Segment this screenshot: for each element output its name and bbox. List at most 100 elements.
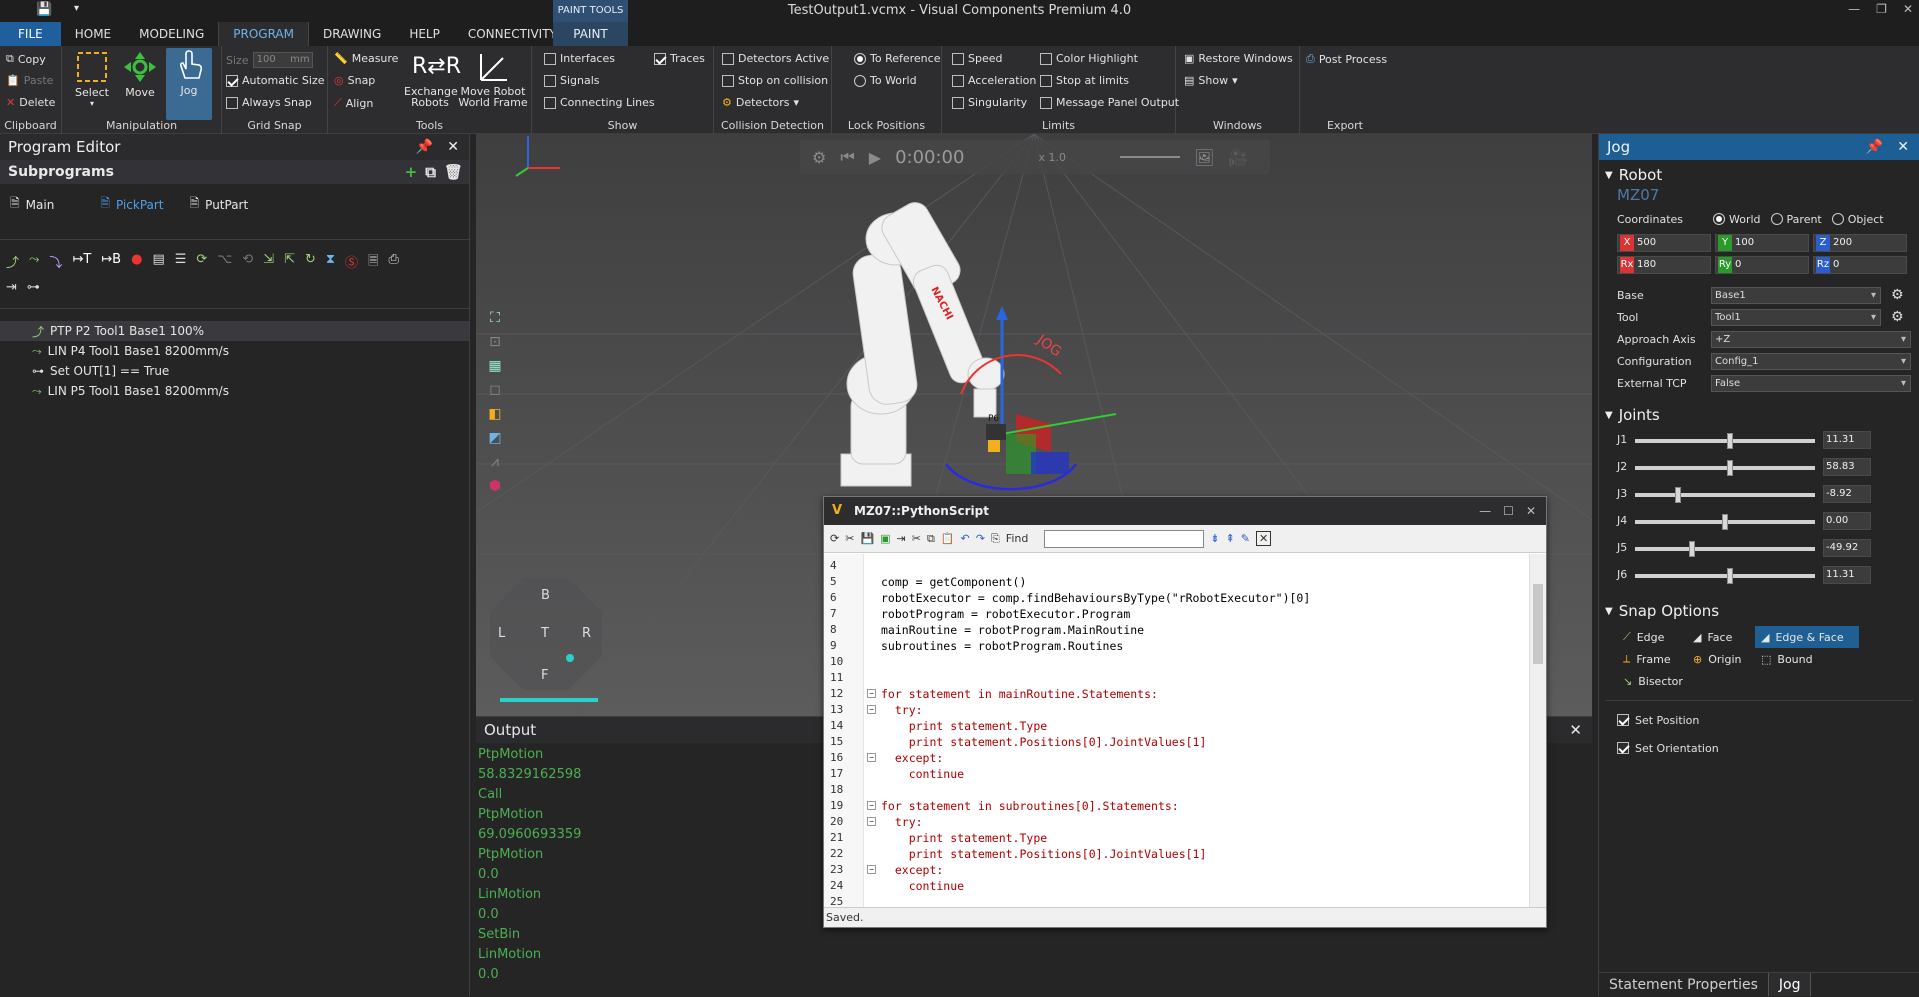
snap-options-section[interactable]: ▼ Snap Options bbox=[1599, 596, 1919, 622]
properties-icon[interactable]: 🗏 bbox=[368, 252, 378, 274]
selection-filter-icon[interactable]: ⬢ bbox=[489, 478, 501, 494]
cube-view-icon[interactable]: ◻ bbox=[489, 382, 501, 398]
joint-slider[interactable] bbox=[1635, 432, 1815, 449]
speed-checkbox[interactable]: Speed bbox=[952, 52, 1002, 65]
if-icon[interactable]: ⌥ bbox=[217, 252, 232, 274]
navigation-cube[interactable]: B L T R F bbox=[490, 578, 602, 702]
fold-toggle-icon[interactable]: − bbox=[867, 865, 876, 874]
menu-file[interactable]: FILE bbox=[0, 22, 61, 46]
snap-button[interactable]: ◎ Snap bbox=[334, 74, 375, 87]
align-button[interactable]: ⟋ Align bbox=[334, 96, 373, 110]
select-button[interactable]: Select ▾ bbox=[70, 50, 114, 108]
copy-icon[interactable]: ⧉ bbox=[927, 532, 935, 546]
y-field[interactable]: Y 100 bbox=[1715, 234, 1809, 252]
list-icon[interactable]: ☰ bbox=[175, 252, 187, 274]
minimize-icon[interactable]: — bbox=[1479, 497, 1491, 525]
menu-modeling[interactable]: MODELING bbox=[125, 22, 218, 46]
robot-section[interactable]: ▼ Robot bbox=[1599, 160, 1919, 186]
joint-slider[interactable] bbox=[1635, 567, 1815, 584]
delete-button[interactable]: ✕ Delete bbox=[6, 96, 55, 109]
configuration-select[interactable]: Config_1 bbox=[1711, 352, 1911, 370]
cut-icon[interactable]: ✂ bbox=[845, 532, 854, 545]
highlight-icon[interactable]: ✎ bbox=[1241, 532, 1250, 545]
copy-button[interactable]: ⧉ Copy bbox=[6, 52, 46, 66]
nav-back[interactable]: B bbox=[541, 588, 550, 603]
close-find-icon[interactable]: ✕ bbox=[1256, 531, 1272, 546]
measure-button[interactable]: 📏 Measure bbox=[334, 52, 398, 65]
singularity-checkbox[interactable]: Singularity bbox=[952, 96, 1027, 109]
fold-toggle-icon[interactable]: − bbox=[867, 753, 876, 762]
menu-drawing[interactable]: DRAWING bbox=[309, 22, 395, 46]
coord-object-radio[interactable]: Object bbox=[1831, 213, 1884, 226]
code-scrollbar[interactable] bbox=[1529, 554, 1546, 907]
indent-icon[interactable]: ⇥ bbox=[897, 532, 906, 545]
acceleration-checkbox[interactable]: Acceleration bbox=[952, 74, 1036, 87]
approach-axis-select[interactable]: +Z bbox=[1711, 330, 1911, 348]
subprogram-tab-main[interactable]: 🗎 Main bbox=[10, 194, 54, 215]
close-window-icon[interactable]: ✕ bbox=[1903, 2, 1913, 16]
comment-icon[interactable]: ▤ bbox=[152, 252, 164, 274]
set-base-icon[interactable]: ↦B bbox=[101, 252, 121, 274]
nav-top[interactable]: T bbox=[541, 626, 549, 641]
circular-motion-icon[interactable]: ⤵ bbox=[49, 252, 62, 274]
rx-field[interactable]: Rx 180 bbox=[1617, 256, 1711, 274]
close-output-icon[interactable]: ✕ bbox=[1569, 717, 1582, 743]
external-tcp-select[interactable]: False bbox=[1711, 374, 1911, 392]
snap-edge-face-option[interactable]: ◢ Edge & Face bbox=[1755, 626, 1859, 648]
set-orientation-checkbox[interactable]: Set Orientation bbox=[1599, 737, 1919, 759]
coord-parent-radio[interactable]: Parent bbox=[1770, 213, 1822, 226]
subprogram-tab-putpart[interactable]: 🗎 PutPart bbox=[190, 194, 249, 215]
play-icon[interactable]: ▶ bbox=[869, 148, 881, 167]
joint-value-field[interactable]: -49.92 bbox=[1823, 538, 1871, 557]
rz-field[interactable]: Rz 0 bbox=[1813, 256, 1907, 274]
tab-jog[interactable]: Jog bbox=[1767, 973, 1812, 996]
set-tool-icon[interactable]: ↦T bbox=[72, 252, 91, 274]
find-input[interactable] bbox=[1044, 529, 1205, 548]
tab-statement-properties[interactable]: Statement Properties bbox=[1599, 973, 1768, 996]
set-position-checkbox[interactable]: Set Position bbox=[1599, 709, 1919, 731]
ry-field[interactable]: Ry 0 bbox=[1715, 256, 1809, 274]
close-icon[interactable]: ✕ bbox=[1897, 134, 1909, 160]
loop-icon[interactable]: ↻ bbox=[305, 252, 316, 274]
record-icon[interactable]: ● bbox=[131, 252, 142, 274]
statement-item[interactable]: ⊶ Set OUT[1] == True bbox=[0, 361, 469, 381]
projection-icon[interactable]: ◧ bbox=[488, 406, 501, 422]
statement-item[interactable]: ⤳ LIN P4 Tool1 Base1 8200mm/s bbox=[0, 341, 469, 361]
detectors-active-checkbox[interactable]: Detectors Active bbox=[722, 52, 829, 65]
snap-edge-option[interactable]: ⟋ Edge bbox=[1617, 626, 1681, 648]
find-previous-icon[interactable]: ⇞ bbox=[1226, 532, 1235, 545]
always-snap-checkbox[interactable]: Always Snap bbox=[226, 96, 312, 109]
tool-select[interactable]: Tool1 bbox=[1711, 308, 1881, 326]
minimize-icon[interactable]: — bbox=[1848, 2, 1860, 16]
layout-icon[interactable]: ▦ bbox=[488, 358, 501, 374]
menu-help[interactable]: HELP bbox=[395, 22, 454, 46]
close-icon[interactable]: ✕ bbox=[447, 134, 459, 160]
cut2-icon[interactable]: ✂ bbox=[912, 532, 921, 545]
snap-origin-option[interactable]: ⊕ Origin bbox=[1687, 648, 1749, 670]
joint-value-field[interactable]: 11.31 bbox=[1823, 565, 1871, 584]
render-mode-icon[interactable]: ◩ bbox=[488, 430, 501, 446]
snap-bound-option[interactable]: ⬚ Bound bbox=[1755, 648, 1859, 670]
input-icon[interactable]: ⇥ bbox=[6, 280, 17, 295]
record-video-icon[interactable]: 🎥 bbox=[1228, 148, 1248, 167]
snap-frame-option[interactable]: ⟂ Frame bbox=[1617, 648, 1681, 670]
code-editor[interactable]: 4 5 comp = getComponent() 6 robotExecutor = … bbox=[824, 554, 1546, 907]
rewind-icon[interactable]: ⏮ bbox=[840, 147, 854, 167]
post-process-button[interactable]: ⎙ Post Process bbox=[1306, 52, 1387, 66]
automatic-size-checkbox[interactable]: Automatic Size bbox=[226, 74, 325, 87]
snap-face-option[interactable]: ◢ Face bbox=[1687, 626, 1749, 648]
move-robot-world-frame-button[interactable]: Move Robot World Frame bbox=[458, 50, 528, 108]
close-icon[interactable]: ✕ bbox=[1526, 497, 1536, 525]
joint-slider[interactable] bbox=[1635, 513, 1815, 530]
menu-program[interactable]: PROGRAM bbox=[218, 22, 309, 46]
message-panel-output-checkbox[interactable]: Message Panel Output bbox=[1040, 96, 1179, 109]
maximize-icon[interactable]: ❐ bbox=[1876, 2, 1887, 16]
redo-icon[interactable]: ↷ bbox=[976, 532, 985, 545]
joint-value-field[interactable]: -8.92 bbox=[1823, 484, 1871, 503]
statement-item[interactable]: ⤳ LIN P5 Tool1 Base1 8200mm/s bbox=[0, 381, 469, 401]
menu-paint[interactable]: PAINT bbox=[553, 22, 628, 46]
z-field[interactable]: Z 200 bbox=[1813, 234, 1907, 252]
save-icon[interactable]: 💾 bbox=[860, 532, 874, 545]
fold-toggle-icon[interactable]: − bbox=[867, 801, 876, 810]
output-icon[interactable]: ⊶ bbox=[27, 280, 40, 295]
